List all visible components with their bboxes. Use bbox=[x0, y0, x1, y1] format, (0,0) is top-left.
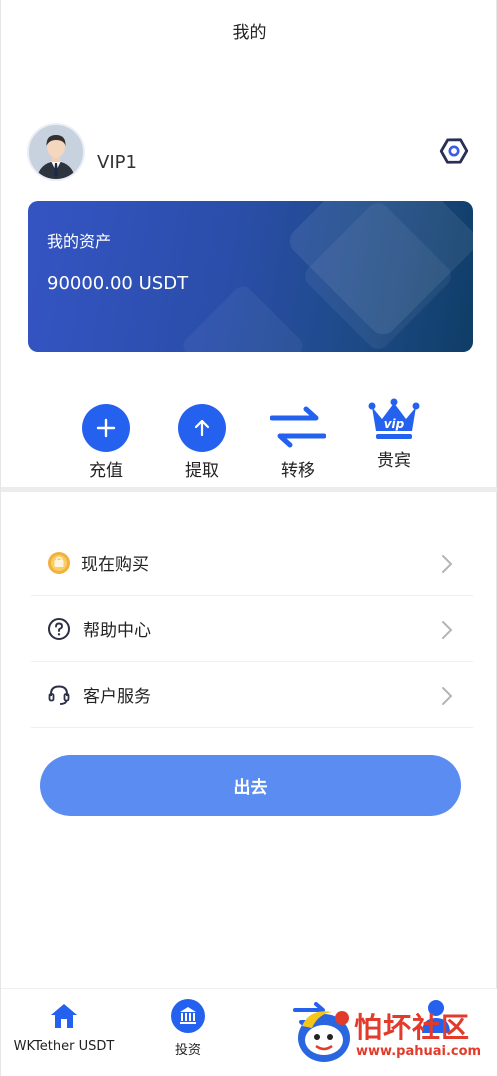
transfer-arrows-icon bbox=[270, 402, 326, 452]
hexagon-settings-icon[interactable] bbox=[438, 135, 470, 167]
menu-label-buy: 现在购买 bbox=[81, 555, 149, 575]
asset-amount: 90000.00 USDT bbox=[47, 273, 189, 294]
withdraw-label: 提取 bbox=[185, 461, 219, 481]
watermark-mascot-icon bbox=[298, 1011, 350, 1062]
section-divider bbox=[1, 487, 497, 492]
tab-label-home: WKTether USDT bbox=[13, 1039, 115, 1054]
card-decoration bbox=[179, 282, 307, 352]
plus-icon bbox=[82, 404, 130, 452]
menu-list: 现在购买 帮助中心 客户服务 bbox=[31, 530, 473, 728]
tab-invest[interactable]: 投资 bbox=[128, 997, 248, 1058]
transfer-label: 转移 bbox=[281, 461, 315, 481]
bottom-tab-bar: WKTether USDT 投资 我的 怕坏社区 www.pahuai.com bbox=[1, 988, 497, 1076]
vip-level: VIP1 bbox=[97, 152, 137, 173]
chevron-right-icon bbox=[441, 686, 453, 706]
mine-page: 我的 VIP1 我的资产 90000.00 USDT 充值 提取 转移 vip … bbox=[0, 0, 497, 1076]
buy-coin-icon bbox=[47, 551, 71, 575]
chevron-right-icon bbox=[441, 554, 453, 574]
home-icon bbox=[44, 997, 84, 1035]
bank-icon bbox=[168, 997, 208, 1035]
vip-crown-icon: vip bbox=[366, 396, 422, 442]
logout-button[interactable]: 出去 bbox=[40, 755, 461, 816]
chevron-right-icon bbox=[441, 620, 453, 640]
withdraw-button[interactable]: 提取 bbox=[162, 402, 242, 481]
question-icon bbox=[47, 617, 71, 641]
menu-item-service[interactable]: 客户服务 bbox=[31, 662, 473, 728]
arrow-up-icon bbox=[178, 404, 226, 452]
tab-label-invest: 投资 bbox=[174, 1043, 201, 1058]
action-row: 充值 提取 转移 vip 贵宾 bbox=[1, 398, 497, 482]
asset-title: 我的资产 bbox=[47, 232, 112, 251]
asset-card[interactable]: 我的资产 90000.00 USDT bbox=[28, 201, 473, 352]
transfer-button[interactable]: 转移 bbox=[258, 402, 338, 481]
watermark-text: 怕坏社区 bbox=[354, 1011, 471, 1044]
vip-label: 贵宾 bbox=[377, 451, 411, 471]
menu-label-service: 客户服务 bbox=[83, 687, 151, 707]
watermark-logo: 怕坏社区 www.pahuai.com bbox=[292, 1004, 492, 1068]
headset-icon bbox=[47, 683, 71, 707]
recharge-button[interactable]: 充值 bbox=[66, 402, 146, 481]
menu-item-buy[interactable]: 现在购买 bbox=[31, 530, 473, 596]
menu-label-help: 帮助中心 bbox=[83, 621, 151, 641]
svg-text:vip: vip bbox=[384, 417, 405, 431]
profile-row: VIP1 bbox=[27, 123, 470, 183]
user-avatar-icon[interactable] bbox=[27, 123, 85, 181]
page-title: 我的 bbox=[232, 23, 267, 43]
vip-button[interactable]: vip 贵宾 bbox=[354, 396, 434, 471]
menu-item-help[interactable]: 帮助中心 bbox=[31, 596, 473, 662]
recharge-label: 充值 bbox=[89, 461, 123, 481]
tab-home[interactable]: WKTether USDT bbox=[4, 997, 124, 1054]
watermark-url: www.pahuai.com bbox=[356, 1044, 482, 1059]
